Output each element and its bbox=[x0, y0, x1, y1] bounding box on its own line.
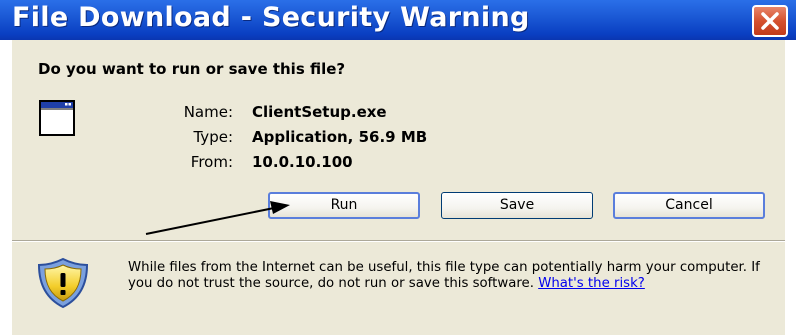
cancel-button[interactable]: Cancel bbox=[613, 192, 765, 219]
file-type-value: Application, 56.9 MB bbox=[252, 128, 428, 146]
file-from-value: 10.0.10.100 bbox=[252, 153, 353, 171]
title-bar[interactable]: File Download - Security Warning bbox=[0, 0, 796, 40]
dialog-title: File Download - Security Warning bbox=[12, 2, 530, 33]
file-type-label: Type: bbox=[193, 128, 233, 146]
question-heading: Do you want to run or save this file? bbox=[38, 60, 346, 78]
run-button[interactable]: Run bbox=[268, 192, 420, 219]
application-window-icon bbox=[39, 100, 75, 136]
whats-the-risk-link[interactable]: What's the risk? bbox=[538, 276, 645, 291]
warning-text: While files from the Internet can be use… bbox=[128, 260, 760, 291]
save-button[interactable]: Save bbox=[441, 192, 593, 219]
file-name-label: Name: bbox=[183, 103, 233, 121]
security-warning-dialog: File Download - Security Warning Do you … bbox=[0, 0, 796, 335]
file-name-value: ClientSetup.exe bbox=[252, 103, 387, 121]
divider bbox=[12, 240, 785, 242]
close-x-icon bbox=[761, 12, 779, 30]
security-shield-icon bbox=[37, 257, 89, 309]
file-from-label: From: bbox=[190, 153, 233, 171]
security-warning-message: While files from the Internet can be use… bbox=[128, 260, 778, 292]
close-button[interactable] bbox=[752, 5, 788, 37]
